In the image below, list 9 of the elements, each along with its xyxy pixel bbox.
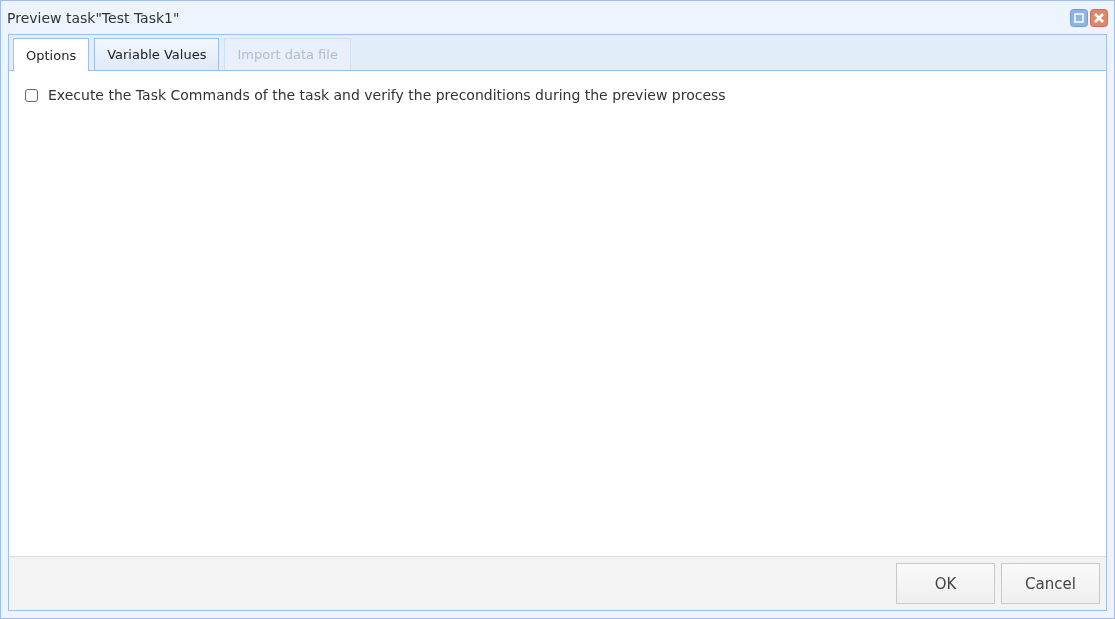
close-button[interactable] <box>1090 8 1108 27</box>
tab[interactable]: Options <box>13 38 90 71</box>
checkbox[interactable] <box>25 88 38 102</box>
maximize-button[interactable] <box>1070 8 1088 27</box>
checkbox-label: Execute the Task Commands of the task and verify the preconditions during the preview process <box>48 87 726 103</box>
tab[interactable]: Variable Values <box>94 38 220 70</box>
ok-button[interactable]: OK <box>896 563 995 604</box>
cancel-button[interactable]: Cancel <box>1001 563 1100 604</box>
window-title: Preview task"Test Task1" <box>7 9 181 26</box>
